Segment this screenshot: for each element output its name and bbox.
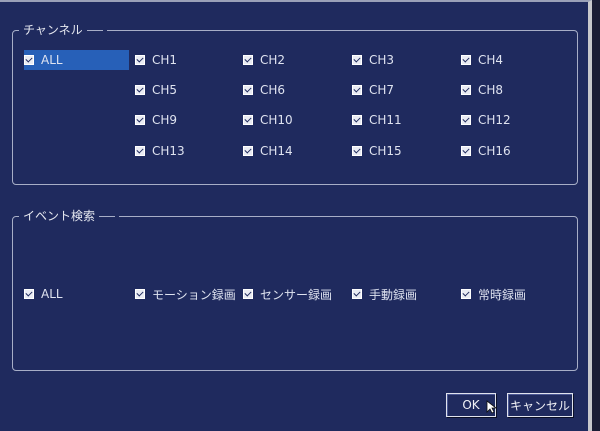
event-motion-checkbox[interactable]: モーション録画: [135, 284, 236, 304]
channel-label: CH3: [369, 53, 395, 67]
event-label: モーション録画: [152, 287, 236, 302]
ok-button-label: OK: [462, 398, 480, 412]
channel-checkbox-ch2[interactable]: CH2: [243, 50, 285, 70]
channel-checkbox-ch1[interactable]: CH1: [135, 50, 177, 70]
checkbox-icon: [135, 115, 145, 125]
checkbox-icon: [461, 146, 471, 156]
checkbox-icon: [243, 146, 253, 156]
channel-checkbox-ch4[interactable]: CH4: [461, 50, 503, 70]
channel-label: CH14: [260, 144, 293, 158]
channel-label: CH6: [260, 83, 286, 97]
event-all-checkbox[interactable]: ALL: [24, 284, 63, 304]
event-manual-checkbox[interactable]: 手動録画: [352, 284, 417, 304]
checkbox-icon: [352, 146, 362, 156]
channel-label: CH15: [369, 144, 402, 158]
channel-checkbox-ch16[interactable]: CH16: [461, 141, 511, 161]
channel-checkbox-ch11[interactable]: CH11: [352, 110, 402, 130]
channel-checkbox-ch14[interactable]: CH14: [243, 141, 293, 161]
event-label: センサー録画: [260, 287, 333, 302]
checkbox-icon: [243, 115, 253, 125]
channel-label: CH4: [478, 53, 504, 67]
checkbox-icon: [461, 289, 471, 299]
event-label: 常時録画: [478, 287, 527, 302]
channel-checkbox-ch6[interactable]: CH6: [243, 80, 285, 100]
checkbox-icon: [461, 85, 471, 95]
event-continuous-checkbox[interactable]: 常時録画: [461, 284, 526, 304]
checkbox-icon: [352, 55, 362, 65]
checkbox-icon: [352, 289, 362, 299]
channel-label: CH1: [152, 53, 178, 67]
cancel-button-label: キャンセル: [509, 398, 570, 413]
event-all-label: ALL: [41, 287, 63, 301]
checkbox-icon: [243, 289, 253, 299]
event-group-title: イベント検索: [19, 207, 120, 225]
channel-label: CH16: [478, 144, 511, 158]
event-sensor-checkbox[interactable]: センサー録画: [243, 284, 332, 304]
checkbox-icon: [243, 85, 253, 95]
checkbox-icon: [352, 85, 362, 95]
event-label: 手動録画: [369, 287, 418, 302]
channel-group-title: チャンネル: [19, 21, 107, 39]
checkbox-icon: [24, 289, 34, 299]
checkbox-icon: [243, 55, 253, 65]
channel-label: CH9: [152, 113, 178, 127]
channel-label: CH11: [369, 113, 402, 127]
cancel-button[interactable]: キャンセル: [507, 393, 573, 417]
channel-checkbox-ch12[interactable]: CH12: [461, 110, 511, 130]
channel-checkbox-ch13[interactable]: CH13: [135, 141, 185, 161]
checkbox-icon: [135, 146, 145, 156]
checkbox-icon: [24, 55, 34, 65]
channel-checkbox-ch15[interactable]: CH15: [352, 141, 402, 161]
channel-checkbox-ch9[interactable]: CH9: [135, 110, 177, 130]
search-dialog: チャンネル ALL CH1 CH2 CH3 CH4 CH5 CH6 CH7 CH8 CH9 CH1…: [0, 0, 592, 431]
mouse-pointer-icon: [486, 400, 498, 414]
channel-label: CH8: [478, 83, 504, 97]
channel-label: CH2: [260, 53, 286, 67]
channel-checkbox-ch7[interactable]: CH7: [352, 80, 394, 100]
channel-all-checkbox[interactable]: ALL: [24, 50, 129, 70]
channel-label: CH5: [152, 83, 178, 97]
channel-checkbox-ch3[interactable]: CH3: [352, 50, 394, 70]
channel-label: CH10: [260, 113, 293, 127]
checkbox-icon: [135, 289, 145, 299]
channel-all-label: ALL: [41, 53, 63, 67]
checkbox-icon: [135, 85, 145, 95]
checkbox-icon: [461, 55, 471, 65]
checkbox-icon: [135, 55, 145, 65]
channel-label: CH7: [369, 83, 395, 97]
checkbox-icon: [461, 115, 471, 125]
channel-label: CH12: [478, 113, 511, 127]
channel-checkbox-ch5[interactable]: CH5: [135, 80, 177, 100]
checkbox-icon: [352, 115, 362, 125]
channel-label: CH13: [152, 144, 185, 158]
channel-checkbox-ch8[interactable]: CH8: [461, 80, 503, 100]
channel-checkbox-ch10[interactable]: CH10: [243, 110, 293, 130]
